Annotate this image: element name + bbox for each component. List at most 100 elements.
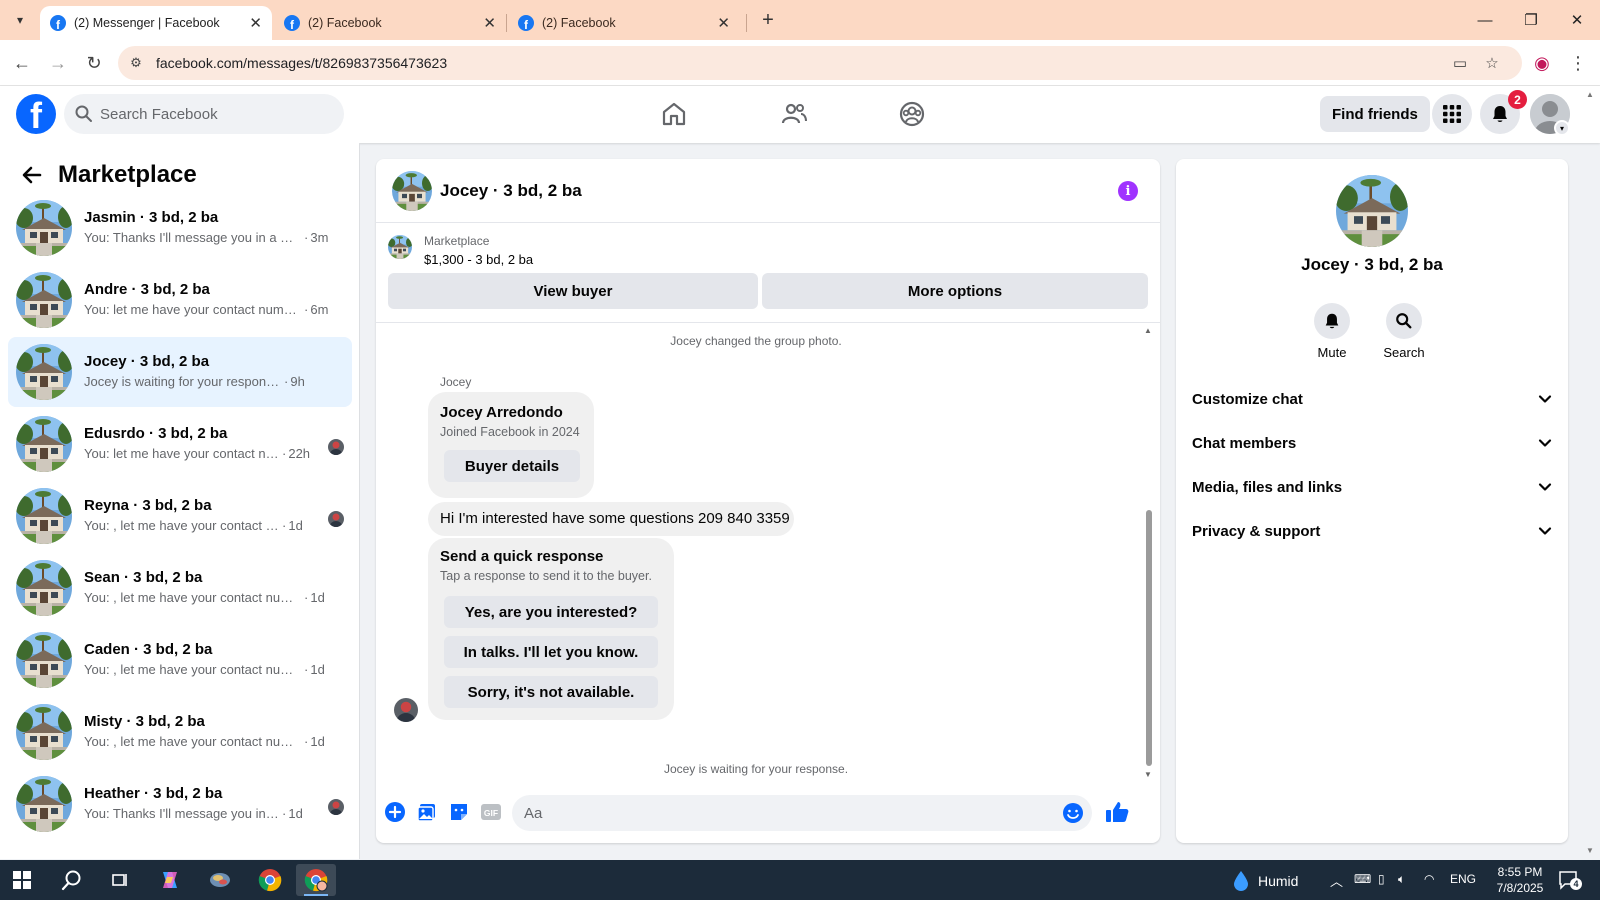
conversation-item[interactable]: Jocey · 3 bd, 2 ba Jocey is waiting for y… — [8, 337, 352, 407]
account-chevron-down-icon[interactable]: ▾ — [1554, 120, 1570, 136]
sticker-icon[interactable] — [448, 801, 470, 823]
bookmark-star-icon[interactable]: ☆ — [1482, 53, 1502, 73]
thread-scrollbar[interactable] — [1146, 510, 1152, 766]
more-options-button[interactable]: More options — [762, 273, 1148, 309]
taskbar-clock[interactable]: 8:55 PM 7/8/2025 — [1488, 864, 1552, 896]
app-icon[interactable] — [200, 864, 240, 896]
mute-action[interactable]: Mute — [1302, 303, 1362, 360]
friends-icon[interactable] — [780, 100, 808, 128]
emoji-icon[interactable] — [1062, 802, 1084, 824]
plus-circle-icon[interactable] — [384, 801, 406, 823]
url-text[interactable]: facebook.com/messages/t/8269837356473623 — [156, 55, 447, 71]
copilot-icon[interactable] — [150, 864, 190, 896]
buyer-details-button[interactable]: Buyer details — [444, 450, 580, 482]
install-app-icon[interactable]: ▭ — [1450, 53, 1470, 73]
taskbar-search-icon[interactable] — [52, 864, 92, 896]
browser-tab-messenger[interactable]: f (2) Messenger | Facebook ✕ — [40, 6, 272, 40]
ime-icon[interactable]: ⌨ — [1354, 872, 1371, 886]
tab-search-dropdown-icon[interactable]: ▾ — [6, 8, 34, 32]
restore-icon[interactable]: ❐ — [1508, 0, 1554, 40]
reload-icon[interactable]: ↻ — [80, 49, 108, 77]
menu-grid-button[interactable] — [1432, 94, 1472, 134]
address-bar[interactable]: ⚙ facebook.com/messages/t/82698373564736… — [118, 46, 1522, 80]
chat-avatar[interactable] — [392, 171, 432, 211]
tab-title: (2) Facebook — [308, 16, 382, 30]
details-avatar[interactable] — [1336, 175, 1408, 247]
media-files-links-row[interactable]: Media, files and links — [1192, 469, 1552, 505]
tab-close-icon[interactable]: ✕ — [483, 14, 496, 32]
tab-close-icon[interactable]: ✕ — [249, 14, 262, 32]
listing-thumbnail[interactable] — [388, 235, 412, 259]
new-tab-button[interactable]: + — [756, 8, 780, 32]
page-scroll-up-arrow[interactable]: ▲ — [1586, 90, 1594, 99]
conversation-item[interactable]: Jasmin · 3 bd, 2 ba You: Thanks I'll mess… — [8, 193, 352, 263]
groups-icon[interactable] — [898, 100, 926, 128]
conversation-time: 1d — [310, 734, 325, 749]
customize-chat-row[interactable]: Customize chat — [1192, 381, 1552, 417]
quick-reply-not-available[interactable]: Sorry, it's not available. — [444, 676, 658, 708]
facebook-search[interactable] — [64, 94, 344, 134]
thumbs-up-icon[interactable] — [1104, 799, 1130, 825]
photo-icon[interactable] — [416, 801, 438, 823]
search-label: Search — [1383, 345, 1425, 360]
listing-price[interactable]: $1,300 - 3 bd, 2 ba — [424, 252, 533, 267]
battery-icon[interactable]: ▯ — [1378, 872, 1385, 886]
listing-banner: Marketplace $1,300 - 3 bd, 2 ba View buy… — [376, 223, 1160, 323]
volume-icon[interactable]: 🔈︎ — [1398, 872, 1405, 887]
minimize-icon[interactable]: — — [1462, 0, 1508, 40]
gif-icon[interactable]: GIF — [480, 801, 502, 823]
browser-tab-facebook-2[interactable]: f (2) Facebook ✕ — [508, 6, 740, 40]
scroll-down-arrow[interactable]: ▼ — [1142, 770, 1154, 780]
profile-icon[interactable]: ◉ — [1528, 49, 1556, 77]
site-settings-icon[interactable]: ⚙ — [126, 53, 146, 73]
chrome-profile-icon[interactable] — [296, 864, 336, 896]
window-close-icon[interactable]: ✕ — [1554, 0, 1600, 40]
chrome-icon[interactable] — [250, 864, 290, 896]
quick-reply-in-talks[interactable]: In talks. I'll let you know. — [444, 636, 658, 668]
back-arrow-icon[interactable] — [16, 159, 48, 191]
conversation-item[interactable]: Andre · 3 bd, 2 ba You: let me have your … — [8, 265, 352, 335]
notification-center-icon[interactable]: 4 — [1558, 870, 1582, 890]
find-friends-button[interactable]: Find friends — [1320, 96, 1430, 132]
facebook-logo-icon[interactable]: f — [16, 94, 56, 134]
conversation-name: Edusrdo · 3 bd, 2 ba — [84, 425, 228, 442]
tray-overflow-chevron-icon[interactable]: ︿ — [1330, 871, 1343, 890]
browser-menu-icon[interactable]: ⋮ — [1564, 49, 1592, 77]
conversation-name: Reyna · 3 bd, 2 ba — [84, 497, 212, 514]
message-input-box[interactable] — [512, 795, 1092, 831]
waiting-status: Jocey is waiting for your response. — [663, 762, 849, 776]
privacy-support-row[interactable]: Privacy & support — [1192, 513, 1552, 549]
message-input[interactable] — [524, 795, 1044, 831]
conversation-time: 1d — [310, 662, 325, 677]
weather-widget[interactable]: Humid — [1232, 870, 1298, 892]
chat-title[interactable]: Jocey · 3 bd, 2 ba — [440, 181, 582, 201]
wifi-icon[interactable]: ◠ — [1424, 872, 1434, 886]
search-input[interactable] — [100, 94, 330, 134]
home-icon[interactable] — [660, 100, 688, 128]
scroll-up-arrow[interactable]: ▲ — [1142, 326, 1154, 336]
details-name: Jocey · 3 bd, 2 ba — [1301, 255, 1443, 274]
info-icon[interactable]: i — [1118, 181, 1138, 201]
message-thread[interactable]: Jocey changed the group photo. Jocey Joc… — [376, 324, 1160, 784]
conversation-item[interactable]: Misty · 3 bd, 2 ba You: , let me have you… — [8, 697, 352, 767]
forward-icon[interactable]: → — [44, 49, 72, 77]
search-action[interactable]: Search — [1374, 303, 1434, 360]
browser-tab-facebook-1[interactable]: f (2) Facebook ✕ — [274, 6, 506, 40]
quick-reply-yes[interactable]: Yes, are you interested? — [444, 596, 658, 628]
page-scroll-down-arrow[interactable]: ▼ — [1586, 846, 1594, 855]
chat-members-row[interactable]: Chat members — [1192, 425, 1552, 461]
conversation-item[interactable]: Caden · 3 bd, 2 ba You: , let me have you… — [8, 625, 352, 695]
conversation-item[interactable]: Reyna · 3 bd, 2 ba You: , let me have you… — [8, 481, 352, 551]
conversation-item[interactable]: Sean · 3 bd, 2 ba You: , let me have your… — [8, 553, 352, 623]
chevron-down-icon — [1538, 483, 1552, 491]
windows-start-icon[interactable] — [2, 864, 42, 896]
separator-dot: · — [304, 590, 309, 605]
sender-name: Jocey — [440, 375, 472, 389]
language-indicator[interactable]: ENG — [1450, 872, 1476, 886]
conversation-item[interactable]: Heather · 3 bd, 2 ba You: Thanks I'll mes… — [8, 769, 352, 839]
conversation-item[interactable]: Edusrdo · 3 bd, 2 ba You: let me have you… — [8, 409, 352, 479]
view-buyer-button[interactable]: View buyer — [388, 273, 758, 309]
back-icon[interactable]: ← — [8, 49, 36, 77]
task-view-icon[interactable] — [100, 864, 140, 896]
tab-close-icon[interactable]: ✕ — [717, 14, 730, 32]
